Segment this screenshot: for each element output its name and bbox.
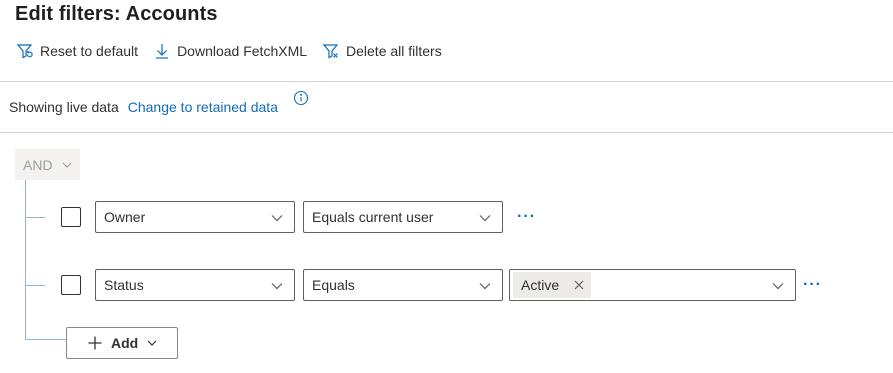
- operator-value: Equals current user: [312, 209, 434, 225]
- value-tag-label: Active: [521, 277, 560, 293]
- group-operator-dropdown[interactable]: AND: [15, 149, 80, 180]
- chevron-down-icon: [61, 159, 73, 171]
- command-bar: Reset to default Download FetchXML Delet…: [15, 39, 456, 63]
- chevron-down-icon: [270, 211, 284, 225]
- operator-value: Equals: [312, 277, 355, 293]
- divider: [0, 81, 893, 82]
- data-source-row: Showing live data Change to retained dat…: [9, 96, 278, 118]
- plus-icon: [88, 336, 102, 350]
- chevron-down-icon: [478, 211, 492, 225]
- chevron-down-icon: [771, 279, 785, 293]
- download-fetchxml-label: Download FetchXML: [177, 43, 308, 59]
- divider: [0, 132, 893, 133]
- change-to-retained-data-link[interactable]: Change to retained data: [128, 99, 278, 115]
- value-tag: Active: [513, 272, 592, 298]
- delete-all-filters-button[interactable]: Delete all filters: [321, 39, 442, 63]
- filter-delete-icon: [321, 41, 341, 61]
- field-dropdown[interactable]: Status: [95, 269, 295, 301]
- condition-checkbox[interactable]: [61, 207, 81, 227]
- tree-connector-line: [25, 180, 26, 340]
- more-options-button[interactable]: ···: [803, 277, 822, 293]
- add-label: Add: [111, 335, 139, 351]
- reset-to-default-button[interactable]: Reset to default: [15, 39, 138, 63]
- field-value: Status: [104, 277, 144, 293]
- filter-reset-icon: [15, 41, 35, 61]
- add-button[interactable]: Add: [66, 327, 178, 359]
- chevron-down-icon: [147, 340, 157, 346]
- showing-live-data-text: Showing live data: [9, 99, 119, 115]
- page-title: Edit filters: Accounts: [15, 3, 218, 25]
- chevron-down-icon: [478, 279, 492, 293]
- tree-branch-line: [25, 217, 45, 218]
- download-icon: [152, 41, 172, 61]
- group-operator-label: AND: [23, 156, 53, 173]
- chevron-down-icon: [270, 279, 284, 293]
- reset-to-default-label: Reset to default: [40, 43, 139, 59]
- delete-all-filters-label: Delete all filters: [346, 43, 442, 59]
- operator-dropdown[interactable]: Equals current user: [303, 201, 503, 233]
- operator-dropdown[interactable]: Equals: [303, 269, 503, 301]
- field-dropdown[interactable]: Owner: [95, 201, 295, 233]
- download-fetchxml-button[interactable]: Download FetchXML: [152, 39, 307, 63]
- remove-tag-icon[interactable]: [573, 279, 585, 291]
- condition-checkbox[interactable]: [61, 275, 81, 295]
- tree-branch-line: [25, 285, 45, 286]
- more-options-button[interactable]: ···: [517, 209, 536, 225]
- tree-branch-line: [25, 339, 66, 340]
- field-value: Owner: [104, 209, 146, 225]
- info-icon[interactable]: [292, 89, 310, 107]
